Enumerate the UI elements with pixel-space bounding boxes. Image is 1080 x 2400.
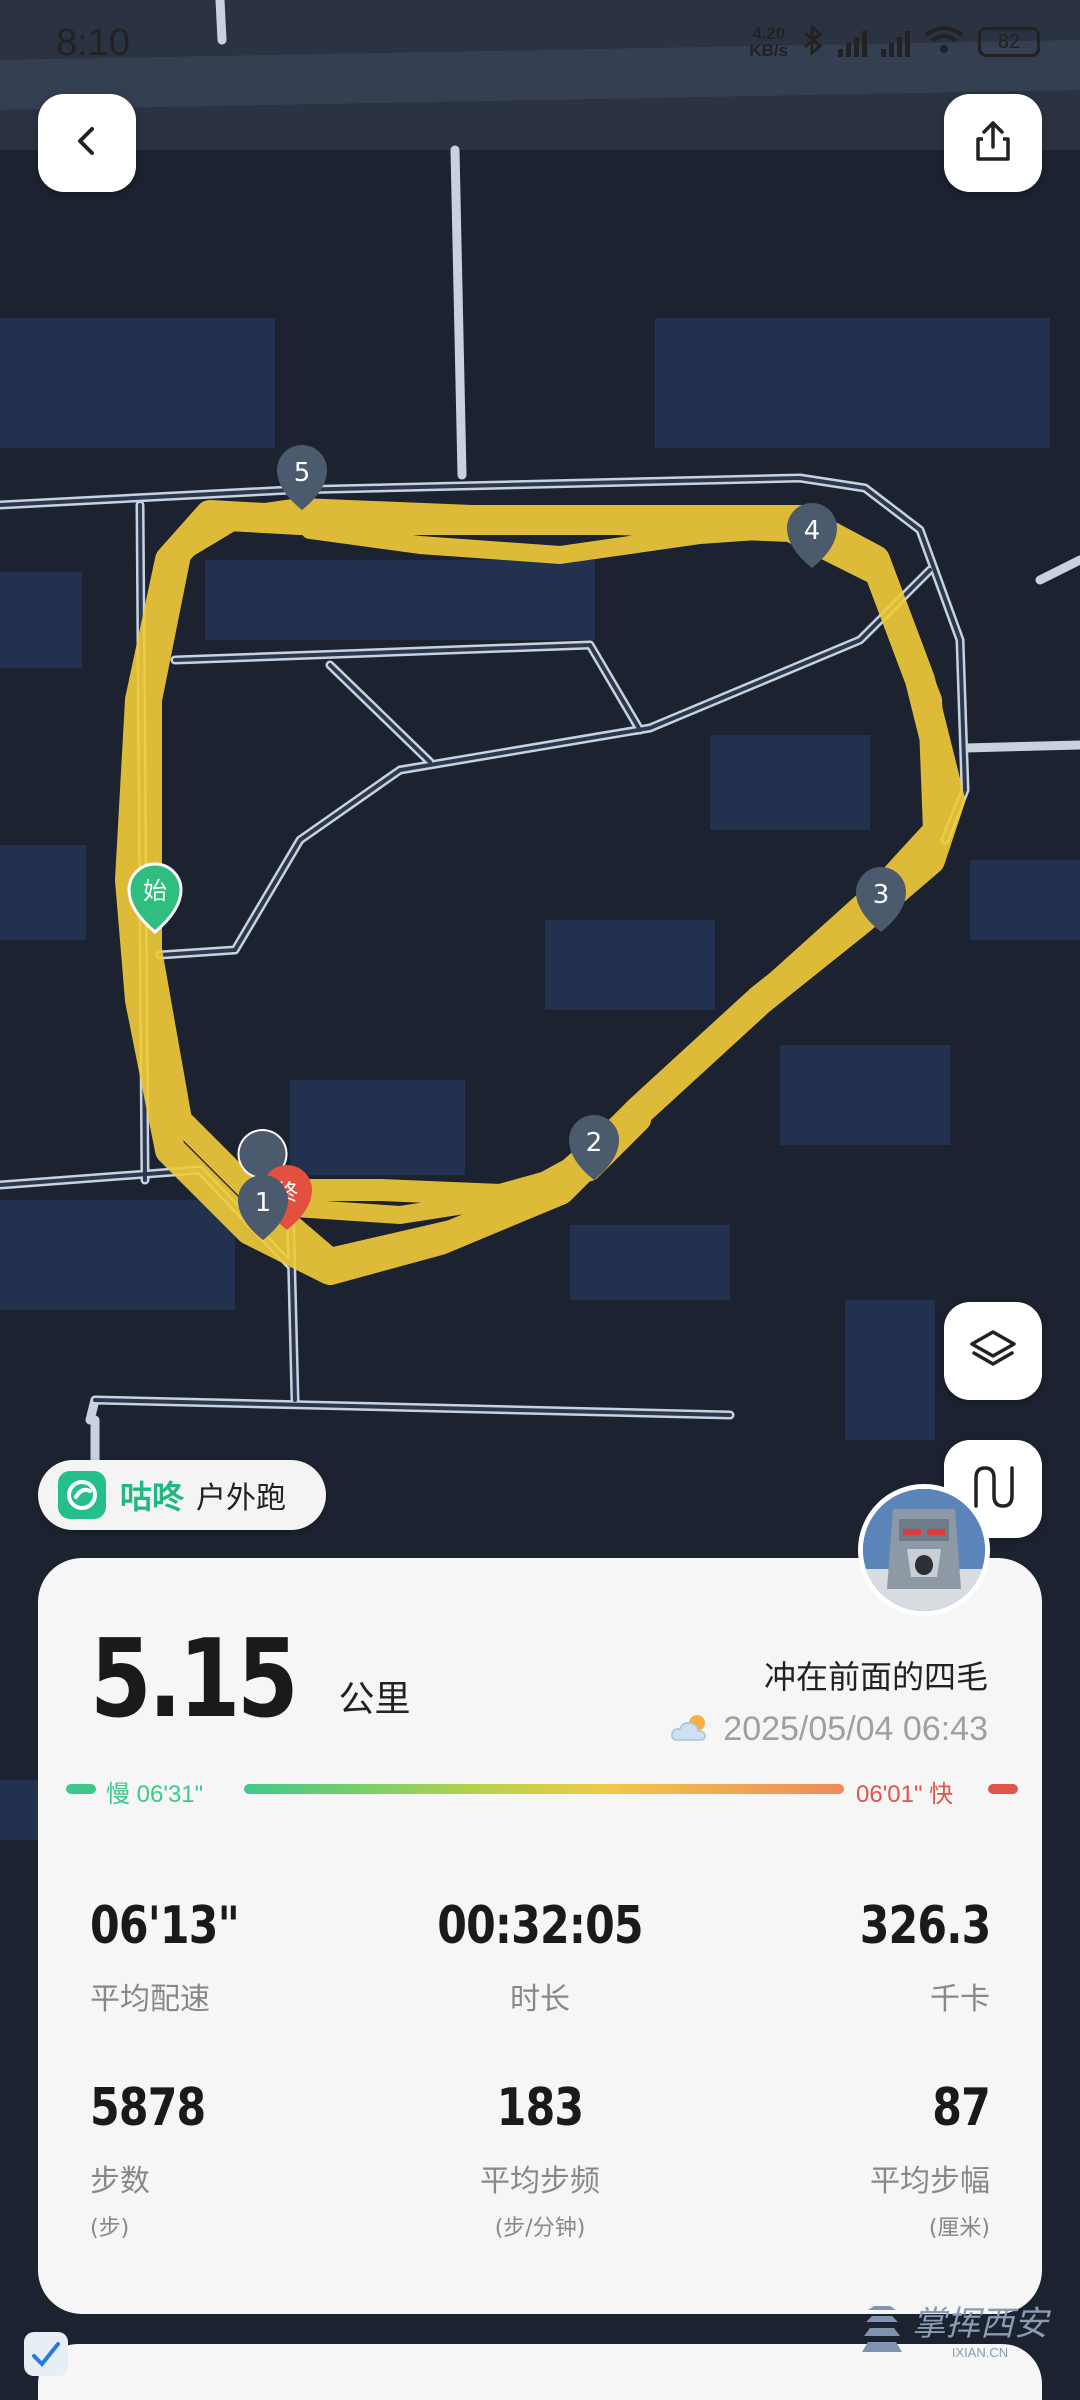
pace-gradient-bar — [244, 1784, 844, 1794]
map-layers-button[interactable] — [944, 1302, 1042, 1400]
signal-icon-2 — [881, 27, 910, 57]
svg-text:5: 5 — [294, 458, 311, 488]
svg-text:3: 3 — [873, 880, 890, 910]
status-time: 8:10 — [56, 22, 130, 64]
pace-legend: 慢 06'31" 06'01" 快 — [66, 1774, 1018, 1810]
stat-stride: 87 平均步幅 (厘米) — [870, 2078, 991, 2241]
svg-text:1: 1 — [255, 1188, 272, 1218]
codoon-logo-icon — [58, 1471, 106, 1519]
runner-name: 冲在前面的四毛 — [763, 1658, 988, 1696]
battery-icon: 82 — [978, 27, 1040, 57]
distance-value: 5.15 — [90, 1617, 299, 1742]
layers-icon — [966, 1322, 1020, 1380]
svg-text:2: 2 — [586, 1128, 603, 1158]
back-button[interactable] — [38, 94, 136, 192]
pagoda-logo-icon — [860, 2296, 904, 2360]
share-icon — [969, 117, 1017, 169]
pace-slow-swatch — [66, 1784, 96, 1794]
run-date-row: 2025/05/04 06:43 — [669, 1710, 988, 1749]
share-button[interactable] — [944, 94, 1042, 192]
checkmark-icon — [24, 2332, 68, 2376]
distance: 5.15 公里 — [90, 1617, 411, 1742]
status-icons: 4.20 KB/s 82 — [749, 23, 1040, 60]
wifi-icon — [924, 25, 964, 59]
stat-duration: 00:32:05 时长 — [437, 1896, 643, 2017]
stat-cadence: 183 平均步频 (步/分钟) — [480, 2078, 600, 2241]
run-summary-card: 5.15 公里 冲在前面的四毛 2025/05/04 06:43 慢 06'31… — [38, 1558, 1042, 2314]
network-speed: 4.20 KB/s — [749, 24, 788, 60]
distance-unit: 公里 — [338, 1679, 411, 1720]
pace-fast-swatch — [988, 1784, 1018, 1794]
pace-slow-label: 慢 06'31" — [106, 1781, 204, 1808]
stat-calories: 326.3 千卡 — [859, 1896, 991, 2017]
brand-name: 咕咚 — [120, 1478, 185, 1516]
bluetooth-icon — [802, 23, 824, 60]
stat-avg-pace: 06'13" 平均配速 — [90, 1896, 240, 2017]
svg-text:4: 4 — [804, 516, 821, 546]
run-date: 2025/05/04 06:43 — [723, 1710, 988, 1748]
svg-text:始: 始 — [143, 877, 167, 905]
avatar[interactable] — [858, 1484, 990, 1616]
stat-steps: 5878 步数 (步) — [90, 2078, 206, 2241]
status-bar: 8:10 4.20 KB/s 82 — [0, 0, 1080, 90]
pace-fast-label: 06'01" 快 — [856, 1781, 954, 1808]
signal-icon-1 — [838, 27, 867, 57]
watermark: 掌挥西安 IXIAN.CN — [860, 2296, 1048, 2360]
chevron-left-icon — [67, 121, 107, 165]
brand-badge: 咕咚 户外跑 — [38, 1460, 326, 1530]
activity-type: 户外跑 — [196, 1481, 287, 1516]
partly-cloudy-icon — [669, 1712, 713, 1748]
